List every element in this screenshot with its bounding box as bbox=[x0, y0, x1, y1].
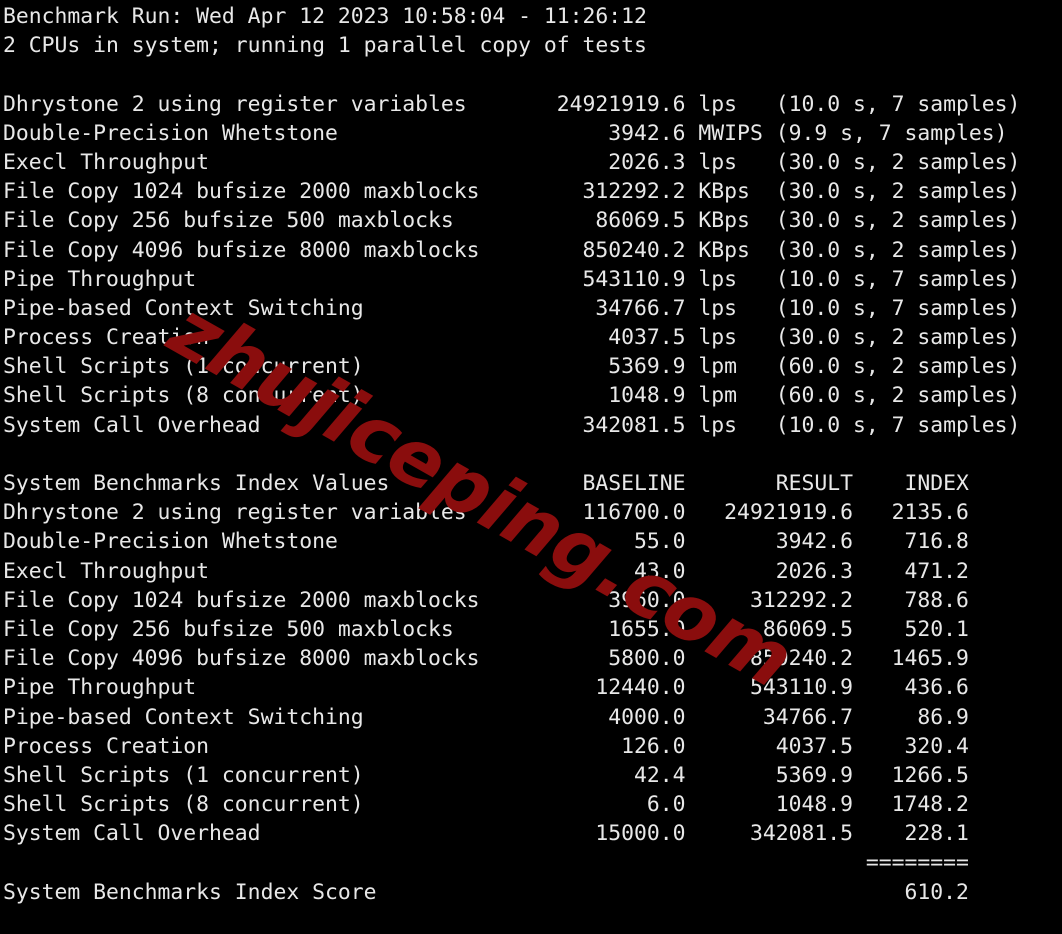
output-line-run: Benchmark Run: Wed Apr 12 2023 10:58:04 … bbox=[3, 4, 647, 29]
index-row-shell-1: Shell Scripts (1 concurrent) 42.4 5369.9… bbox=[3, 762, 969, 788]
index-row-filecopy-4096: File Copy 4096 bufsize 8000 maxblocks 58… bbox=[3, 646, 969, 672]
result-row-filecopy-1024: File Copy 1024 bufsize 2000 maxblocks 31… bbox=[3, 179, 1021, 205]
index-table-header: System Benchmarks Index Values BASELINE … bbox=[3, 471, 969, 496]
index-score-row: System Benchmarks Index Score 610.2 bbox=[3, 879, 969, 905]
result-row-shell-8: Shell Scripts (8 concurrent) 1048.9 lpm … bbox=[3, 383, 1021, 409]
index-row-dhrystone: Dhrystone 2 using register variables 116… bbox=[3, 500, 969, 526]
terminal-window: ----------------------------------------… bbox=[0, 0, 1062, 934]
output-line-blank-1 bbox=[0, 60, 1062, 89]
result-row-whetstone: Double-Precision Whetstone 3942.6 MWIPS … bbox=[3, 120, 1008, 146]
result-row-context-switch: Pipe-based Context Switching 34766.7 lps… bbox=[3, 295, 1021, 321]
index-row-context-switch: Pipe-based Context Switching 4000.0 3476… bbox=[3, 704, 969, 730]
output-line-cpus: 2 CPUs in system; running 1 parallel cop… bbox=[3, 33, 647, 59]
result-row-shell-1: Shell Scripts (1 concurrent) 5369.9 lpm … bbox=[3, 354, 1021, 380]
index-row-filecopy-1024: File Copy 1024 bufsize 2000 maxblocks 39… bbox=[3, 587, 969, 613]
index-row-filecopy-256: File Copy 256 bufsize 500 maxblocks 1655… bbox=[3, 616, 969, 642]
index-row-whetstone: Double-Precision Whetstone 55.0 3942.6 7… bbox=[3, 529, 969, 555]
index-row-execl: Execl Throughput 43.0 2026.3 471.2 bbox=[3, 558, 969, 584]
output-line-blank-2 bbox=[0, 440, 1062, 469]
index-row-shell-8: Shell Scripts (8 concurrent) 6.0 1048.9 … bbox=[3, 792, 969, 818]
result-row-execl: Execl Throughput 2026.3 lps (30.0 s, 2 s… bbox=[3, 149, 1021, 175]
index-row-process-creation: Process Creation 126.0 4037.5 320.4 bbox=[3, 733, 969, 759]
index-score-separator: ======== bbox=[3, 850, 969, 876]
index-row-pipe-throughput: Pipe Throughput 12440.0 543110.9 436.6 bbox=[3, 675, 969, 701]
result-row-pipe-throughput: Pipe Throughput 543110.9 lps (10.0 s, 7 … bbox=[3, 266, 1021, 292]
result-row-filecopy-256: File Copy 256 bufsize 500 maxblocks 8606… bbox=[3, 208, 1021, 234]
result-row-process-creation: Process Creation 4037.5 lps (30.0 s, 2 s… bbox=[3, 325, 1021, 351]
result-row-dhrystone: Dhrystone 2 using register variables 249… bbox=[3, 91, 1021, 117]
terminal-output[interactable]: ----------------------------------------… bbox=[0, 0, 1062, 907]
result-row-filecopy-4096: File Copy 4096 bufsize 8000 maxblocks 85… bbox=[3, 237, 1021, 263]
index-row-syscall: System Call Overhead 15000.0 342081.5 22… bbox=[3, 821, 969, 847]
result-row-syscall: System Call Overhead 342081.5 lps (10.0 … bbox=[3, 412, 1021, 438]
